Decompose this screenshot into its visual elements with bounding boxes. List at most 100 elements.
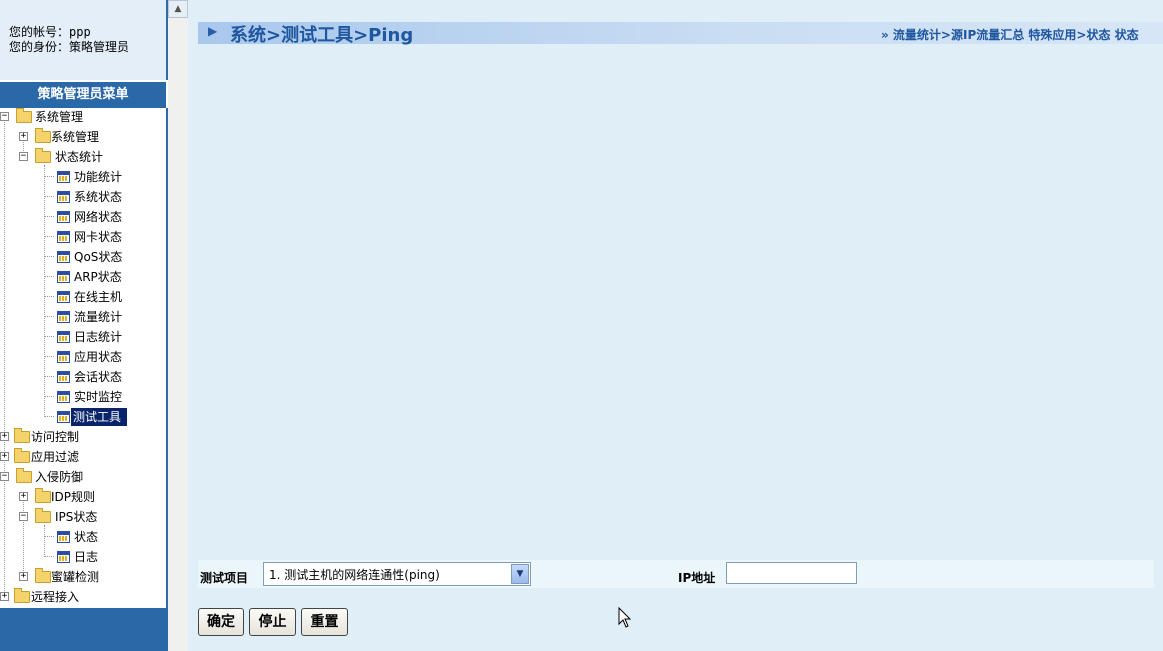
menu-item-log-stats[interactable]: 日志统计 [0, 328, 160, 346]
menu-item-label: QoS状态 [74, 250, 123, 264]
test-item-label: 测试项目 [200, 571, 249, 585]
menu-item-access-control[interactable]: + 访问控制 [0, 428, 160, 446]
menu-item-label: 应用过滤 [31, 450, 80, 464]
confirm-button[interactable]: 确定 [198, 608, 244, 636]
collapse-icon[interactable]: − [19, 152, 28, 161]
menu-item-label: 访问控制 [31, 430, 80, 444]
menu-item-label: 网络状态 [74, 210, 123, 224]
menu-item-label-selected: 测试工具 [71, 408, 128, 426]
folder-open-icon [16, 108, 32, 123]
folder-icon [35, 568, 51, 583]
menu-item-system-status[interactable]: 系统状态 [0, 188, 160, 206]
page-icon [57, 331, 70, 343]
menu-item-label: 流量统计 [74, 310, 123, 324]
test-form-row: 测试项目 1. 测试主机的网络连通性(ping) ▼ IP地址 [198, 560, 1154, 588]
menu-item-nic-status[interactable]: 网卡状态 [0, 228, 160, 246]
page-icon [57, 531, 70, 543]
menu-item-traffic-stats[interactable]: 流量统计 [0, 308, 160, 326]
menu-item-label: 蜜罐检测 [51, 570, 100, 584]
ip-address-input[interactable] [726, 562, 857, 584]
expand-icon[interactable]: + [0, 452, 9, 461]
account-info: 您的帐号：ppp 您的身份：策略管理员 [0, 0, 168, 80]
mouse-cursor-icon [618, 607, 632, 628]
menu-item-label: 日志 [74, 550, 99, 564]
menu-item-realtime-monitor[interactable]: 实时监控 [0, 388, 160, 406]
menu-item-ips-status[interactable]: − IPS状态 [0, 508, 160, 526]
menu-item-label: 入侵防御 [35, 470, 84, 484]
expand-icon[interactable]: + [0, 432, 9, 441]
menu-item-label: 功能统计 [74, 170, 123, 184]
menu-item-intrusion-prevention[interactable]: − 入侵防御 [0, 468, 160, 486]
page-icon [57, 551, 70, 563]
folder-icon [14, 588, 30, 603]
menu-item-label: IPS状态 [55, 510, 98, 524]
page-icon [57, 191, 70, 203]
breadcrumb-links[interactable]: » 流量统计>源IP流量汇总 特殊应用>状态 状态 [881, 26, 1139, 43]
play-arrow-icon: ▶ [208, 24, 218, 38]
folder-icon [35, 128, 51, 143]
folder-open-icon [35, 148, 51, 163]
title-bar: ▶ 系统>测试工具>Ping » 流量统计>源IP流量汇总 特殊应用>状态 状态 [198, 22, 1163, 46]
menu-item-system-management-sub[interactable]: + 系统管理 [0, 128, 160, 146]
menu-item-label: 系统管理 [51, 130, 100, 144]
folder-icon [35, 488, 51, 503]
menu-item-app-status[interactable]: 应用状态 [0, 348, 160, 366]
menu-item-session-status[interactable]: 会话状态 [0, 368, 160, 386]
menu-item-label: 系统状态 [74, 190, 123, 204]
menu-item-ips-state[interactable]: 状态 [0, 528, 160, 546]
menu-header: 策略管理员菜单 [0, 82, 166, 108]
page-icon [57, 411, 70, 423]
menu-item-test-tools[interactable]: 测试工具 [0, 408, 160, 426]
chevron-down-icon[interactable]: ▼ [511, 564, 529, 584]
stop-button[interactable]: 停止 [249, 608, 296, 636]
menu-item-idp-rules[interactable]: + IDP规则 [0, 488, 160, 506]
main-content: ▶ 系统>测试工具>Ping » 流量统计>源IP流量汇总 特殊应用>状态 状态… [188, 0, 1163, 651]
test-item-select[interactable]: 1. 测试主机的网络连通性(ping) ▼ [263, 562, 531, 586]
page-icon [57, 391, 70, 403]
collapse-icon[interactable]: − [0, 472, 9, 481]
menu-item-remote-access[interactable]: + 远程接入 [0, 588, 160, 606]
menu-item-label: 日志统计 [74, 330, 123, 344]
expand-icon[interactable]: + [0, 592, 9, 601]
folder-open-icon [16, 468, 32, 483]
folder-icon [14, 428, 30, 443]
expand-icon[interactable]: + [19, 572, 28, 581]
left-panel: 您的帐号：ppp 您的身份：策略管理员 策略管理员菜单 − 系统管理 + 系统管… [0, 0, 168, 651]
menu-item-status-stats[interactable]: − 状态统计 [0, 148, 160, 166]
page-icon [57, 351, 70, 363]
menu-item-qos-status[interactable]: QoS状态 [0, 248, 160, 266]
page-icon [57, 291, 70, 303]
page-icon [57, 371, 70, 383]
frame-scrollbar[interactable]: ▲ [168, 0, 188, 651]
menu-item-function-stats[interactable]: 功能统计 [0, 168, 160, 186]
menu-item-label: 实时监控 [74, 390, 123, 404]
menu-item-online-hosts[interactable]: 在线主机 [0, 288, 160, 306]
page-icon [57, 231, 70, 243]
collapse-icon[interactable]: − [19, 512, 28, 521]
menu-item-label: 状态统计 [55, 150, 104, 164]
account-role: 您的身份：策略管理员 [9, 40, 130, 54]
expand-icon[interactable]: + [19, 132, 28, 141]
scroll-up-arrow-icon[interactable]: ▲ [168, 0, 188, 18]
menu-item-arp-status[interactable]: ARP状态 [0, 268, 160, 286]
menu-item-app-filter[interactable]: + 应用过滤 [0, 448, 160, 466]
menu-item-label: ARP状态 [74, 270, 122, 284]
menu-item-network-status[interactable]: 网络状态 [0, 208, 160, 226]
menu-item-honeypot[interactable]: + 蜜罐检测 [0, 568, 160, 586]
menu-item-system-management[interactable]: − 系统管理 [0, 108, 160, 126]
collapse-icon[interactable]: − [0, 112, 9, 121]
menu-item-label: 状态 [74, 530, 99, 544]
menu-item-label: IDP规则 [51, 490, 96, 504]
page-title: 系统>测试工具>Ping [230, 25, 414, 46]
page-icon [57, 171, 70, 183]
page-icon [57, 271, 70, 283]
page-icon [57, 311, 70, 323]
menu-item-label: 应用状态 [74, 350, 123, 364]
reset-button[interactable]: 重置 [301, 608, 348, 636]
folder-icon [14, 448, 30, 463]
page-icon [57, 211, 70, 223]
menu-item-label: 系统管理 [35, 110, 84, 124]
menu-item-ips-log[interactable]: 日志 [0, 548, 160, 566]
menu-item-label: 远程接入 [31, 590, 80, 604]
expand-icon[interactable]: + [19, 492, 28, 501]
